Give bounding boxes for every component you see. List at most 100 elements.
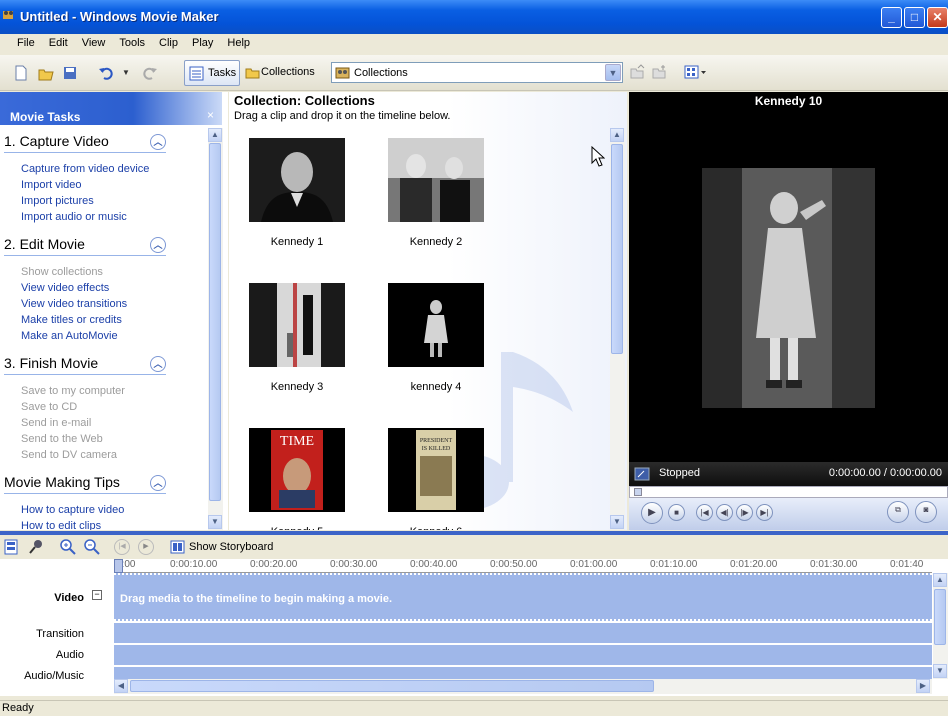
tasks-icon [189, 66, 204, 81]
rewind-icon[interactable]: |◀ [696, 504, 713, 521]
rewind-timeline-icon[interactable]: |◀ [114, 539, 130, 555]
task-link-titles-credits[interactable]: Make titles or credits [21, 314, 122, 326]
timeline-ruler[interactable]: 0:00 0:00:10.00 0:00:20.00 0:00:30.00 0:… [114, 559, 932, 573]
split-icon[interactable]: ⧉ [887, 501, 909, 523]
timeline-vscrollbar[interactable]: ▲ ▼ [933, 573, 948, 679]
transition-track[interactable] [114, 623, 932, 643]
audio-track[interactable] [114, 645, 932, 665]
menu-file[interactable]: File [10, 34, 42, 52]
task-link-video-effects[interactable]: View video effects [21, 282, 109, 294]
section-edit-movie[interactable]: 2. Edit Movie ︿ [4, 236, 166, 256]
ruler-tick: 0:00:20.00 [250, 559, 298, 570]
task-link-video-transitions[interactable]: View video transitions [21, 298, 127, 310]
zoom-in-icon[interactable] [60, 539, 76, 555]
scroll-thumb[interactable] [934, 589, 946, 645]
task-link-how-edit[interactable]: How to edit clips [21, 520, 101, 530]
task-pane-scrollbar[interactable]: ▲ ▼ [208, 128, 223, 530]
show-storyboard-button[interactable]: Show Storyboard [168, 538, 280, 556]
undo-dropdown-icon[interactable]: ▼ [116, 63, 136, 83]
section-tips[interactable]: Movie Making Tips ︿ [4, 474, 166, 494]
collections-button[interactable]: Collections [243, 60, 321, 86]
seek-handle[interactable] [634, 488, 642, 496]
playhead[interactable] [114, 559, 123, 573]
clip-thumbnail[interactable] [249, 283, 345, 367]
audio-music-track[interactable] [114, 667, 932, 679]
new-project-icon[interactable] [11, 63, 31, 83]
clip-thumbnail[interactable] [249, 138, 345, 222]
chevron-down-icon[interactable]: ▼ [605, 64, 621, 81]
collapse-track-icon[interactable]: − [92, 590, 102, 600]
tasks-label: Tasks [208, 67, 237, 79]
menu-bar: File Edit View Tools Clip Play Help [0, 34, 948, 54]
up-folder-icon[interactable] [629, 64, 645, 80]
tasks-button[interactable]: Tasks [184, 60, 240, 86]
task-link-how-capture[interactable]: How to capture video [21, 504, 124, 516]
fullscreen-icon[interactable] [634, 467, 650, 481]
scroll-down-icon[interactable]: ▼ [208, 515, 222, 529]
play-timeline-icon[interactable]: ▶ [138, 539, 154, 555]
redo-icon[interactable] [140, 63, 160, 83]
menu-tools[interactable]: Tools [112, 34, 152, 52]
zoom-out-icon[interactable] [84, 539, 100, 555]
view-options-icon[interactable] [684, 65, 708, 79]
stop-icon[interactable]: ■ [668, 504, 685, 521]
collapse-icon[interactable]: ︿ [150, 134, 166, 150]
scroll-up-icon[interactable]: ▲ [933, 573, 947, 587]
save-project-icon[interactable] [60, 63, 80, 83]
prev-frame-icon[interactable]: ◀| [716, 504, 733, 521]
status-bar: Ready [0, 700, 948, 716]
seek-bar[interactable] [629, 486, 948, 498]
timeline-hscrollbar[interactable]: ◀ ▶ [114, 679, 932, 694]
scroll-down-icon[interactable]: ▼ [933, 664, 947, 678]
new-folder-icon[interactable] [651, 64, 667, 80]
scroll-up-icon[interactable]: ▲ [610, 128, 624, 142]
scroll-right-icon[interactable]: ▶ [916, 679, 930, 693]
clip-thumbnail[interactable]: TIME [249, 428, 345, 512]
app-icon [3, 11, 13, 19]
menu-help[interactable]: Help [220, 34, 257, 52]
forward-icon[interactable]: ▶| [756, 504, 773, 521]
menu-view[interactable]: View [75, 34, 113, 52]
scroll-thumb[interactable] [611, 144, 623, 354]
section-finish-movie[interactable]: 3. Finish Movie ︿ [4, 355, 166, 375]
task-link-import-video[interactable]: Import video [21, 179, 82, 191]
ruler-tick: 0:01:00.00 [570, 559, 618, 570]
clip-thumbnail[interactable]: PRESIDENT IS KILLED [388, 428, 484, 512]
narrate-icon[interactable] [28, 539, 44, 555]
minimize-button[interactable]: _ [881, 7, 902, 28]
scroll-down-icon[interactable]: ▼ [610, 515, 624, 529]
video-track[interactable]: Drag media to the timeline to begin maki… [114, 573, 932, 621]
clip-label: Kennedy 2 [409, 236, 463, 248]
menu-play[interactable]: Play [185, 34, 220, 52]
clip-thumbnail[interactable] [388, 138, 484, 222]
scroll-left-icon[interactable]: ◀ [114, 679, 128, 693]
collapse-icon[interactable]: ︿ [150, 356, 166, 372]
scroll-up-icon[interactable]: ▲ [208, 128, 222, 142]
storyboard-icon[interactable] [4, 539, 18, 555]
collection-scrollbar[interactable]: ▲ ▼ [610, 128, 625, 530]
scroll-thumb[interactable] [130, 680, 654, 692]
section-capture-video[interactable]: 1. Capture Video ︿ [4, 133, 166, 153]
task-link-import-audio[interactable]: Import audio or music [21, 211, 127, 223]
ruler-tick: 0:00:50.00 [490, 559, 538, 570]
play-icon[interactable]: ▶ [641, 502, 663, 524]
collection-select[interactable]: Collections ▼ [331, 62, 623, 83]
maximize-button[interactable]: □ [904, 7, 925, 28]
undo-icon[interactable] [96, 63, 116, 83]
collapse-icon[interactable]: ︿ [150, 237, 166, 253]
task-link-automovie[interactable]: Make an AutoMovie [21, 330, 118, 342]
snapshot-icon[interactable]: ◙ [915, 501, 937, 523]
clip-thumbnail[interactable] [388, 283, 484, 367]
ruler-tick: 0:00:30.00 [330, 559, 378, 570]
close-button[interactable]: ✕ [927, 7, 948, 28]
scroll-thumb[interactable] [209, 143, 221, 501]
open-project-icon[interactable] [36, 63, 56, 83]
task-link-capture-device[interactable]: Capture from video device [21, 163, 149, 175]
task-link-import-pictures[interactable]: Import pictures [21, 195, 94, 207]
next-frame-icon[interactable]: |▶ [736, 504, 753, 521]
task-pane-title: Movie Tasks [10, 110, 81, 124]
menu-clip[interactable]: Clip [152, 34, 185, 52]
close-icon[interactable]: × [207, 108, 214, 122]
menu-edit[interactable]: Edit [42, 34, 75, 52]
collapse-icon[interactable]: ︿ [150, 475, 166, 491]
